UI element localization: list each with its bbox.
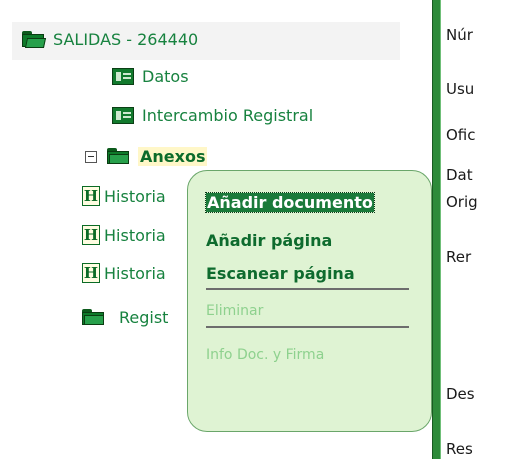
collapse-icon[interactable] (85, 150, 97, 163)
menu-separator (206, 288, 409, 290)
tree-node-label: SALIDAS - 264440 (53, 30, 199, 49)
detail-label: Dat (446, 166, 473, 184)
menu-item-anadir-documento[interactable]: Añadir documento (205, 192, 375, 213)
panel-splitter[interactable] (432, 0, 441, 459)
tree-node-historia[interactable]: H Historia (82, 225, 166, 245)
detail-label: Núr (446, 26, 473, 44)
folder-icon (82, 309, 105, 326)
detail-label: Rer (446, 248, 472, 266)
h-document-icon: H (82, 225, 100, 245)
h-document-icon: H (82, 186, 100, 206)
h-document-icon: H (82, 263, 100, 283)
tree-node-anexos[interactable]: Anexos (85, 147, 208, 166)
tree-node-label: Anexos (138, 147, 208, 166)
tree-node-label: Historia (104, 186, 166, 206)
context-menu: Añadir documento Añadir página Escanear … (187, 170, 432, 432)
tree-node-intercambio-registral[interactable]: Intercambio Registral (112, 106, 313, 125)
menu-item-eliminar: Eliminar (206, 303, 264, 319)
detail-label: Des (446, 385, 475, 403)
tree-node-label: Historia (104, 263, 166, 283)
detail-label: Usu (446, 80, 475, 98)
form-icon (112, 107, 134, 124)
tree-node-label: Historia (104, 225, 166, 245)
detail-panel: Núr Usu Ofic Dat Orig Rer Des Res (446, 0, 509, 459)
menu-item-info-doc-firma: Info Doc. y Firma (206, 347, 325, 363)
tree-node-label: Datos (142, 67, 189, 86)
tree-node-datos[interactable]: Datos (112, 67, 189, 86)
folder-icon (107, 148, 130, 165)
open-folder-icon (22, 31, 47, 48)
detail-label: Orig (446, 193, 478, 211)
menu-item-escanear-pagina[interactable]: Escanear página (206, 264, 355, 283)
tree-node-registro[interactable]: Regist (82, 308, 168, 327)
tree-node-label: Regist (119, 308, 169, 327)
tree-node-historia[interactable]: H Historia (82, 263, 166, 283)
menu-item-anadir-pagina[interactable]: Añadir página (206, 231, 332, 250)
form-icon (112, 68, 134, 85)
detail-label: Res (446, 440, 473, 458)
tree-node-label: Intercambio Registral (142, 106, 314, 125)
tree-node-historia[interactable]: H Historia (82, 186, 166, 206)
detail-label: Ofic (446, 126, 476, 144)
tree-node-salidas[interactable]: SALIDAS - 264440 (22, 30, 198, 49)
menu-separator (206, 326, 409, 328)
